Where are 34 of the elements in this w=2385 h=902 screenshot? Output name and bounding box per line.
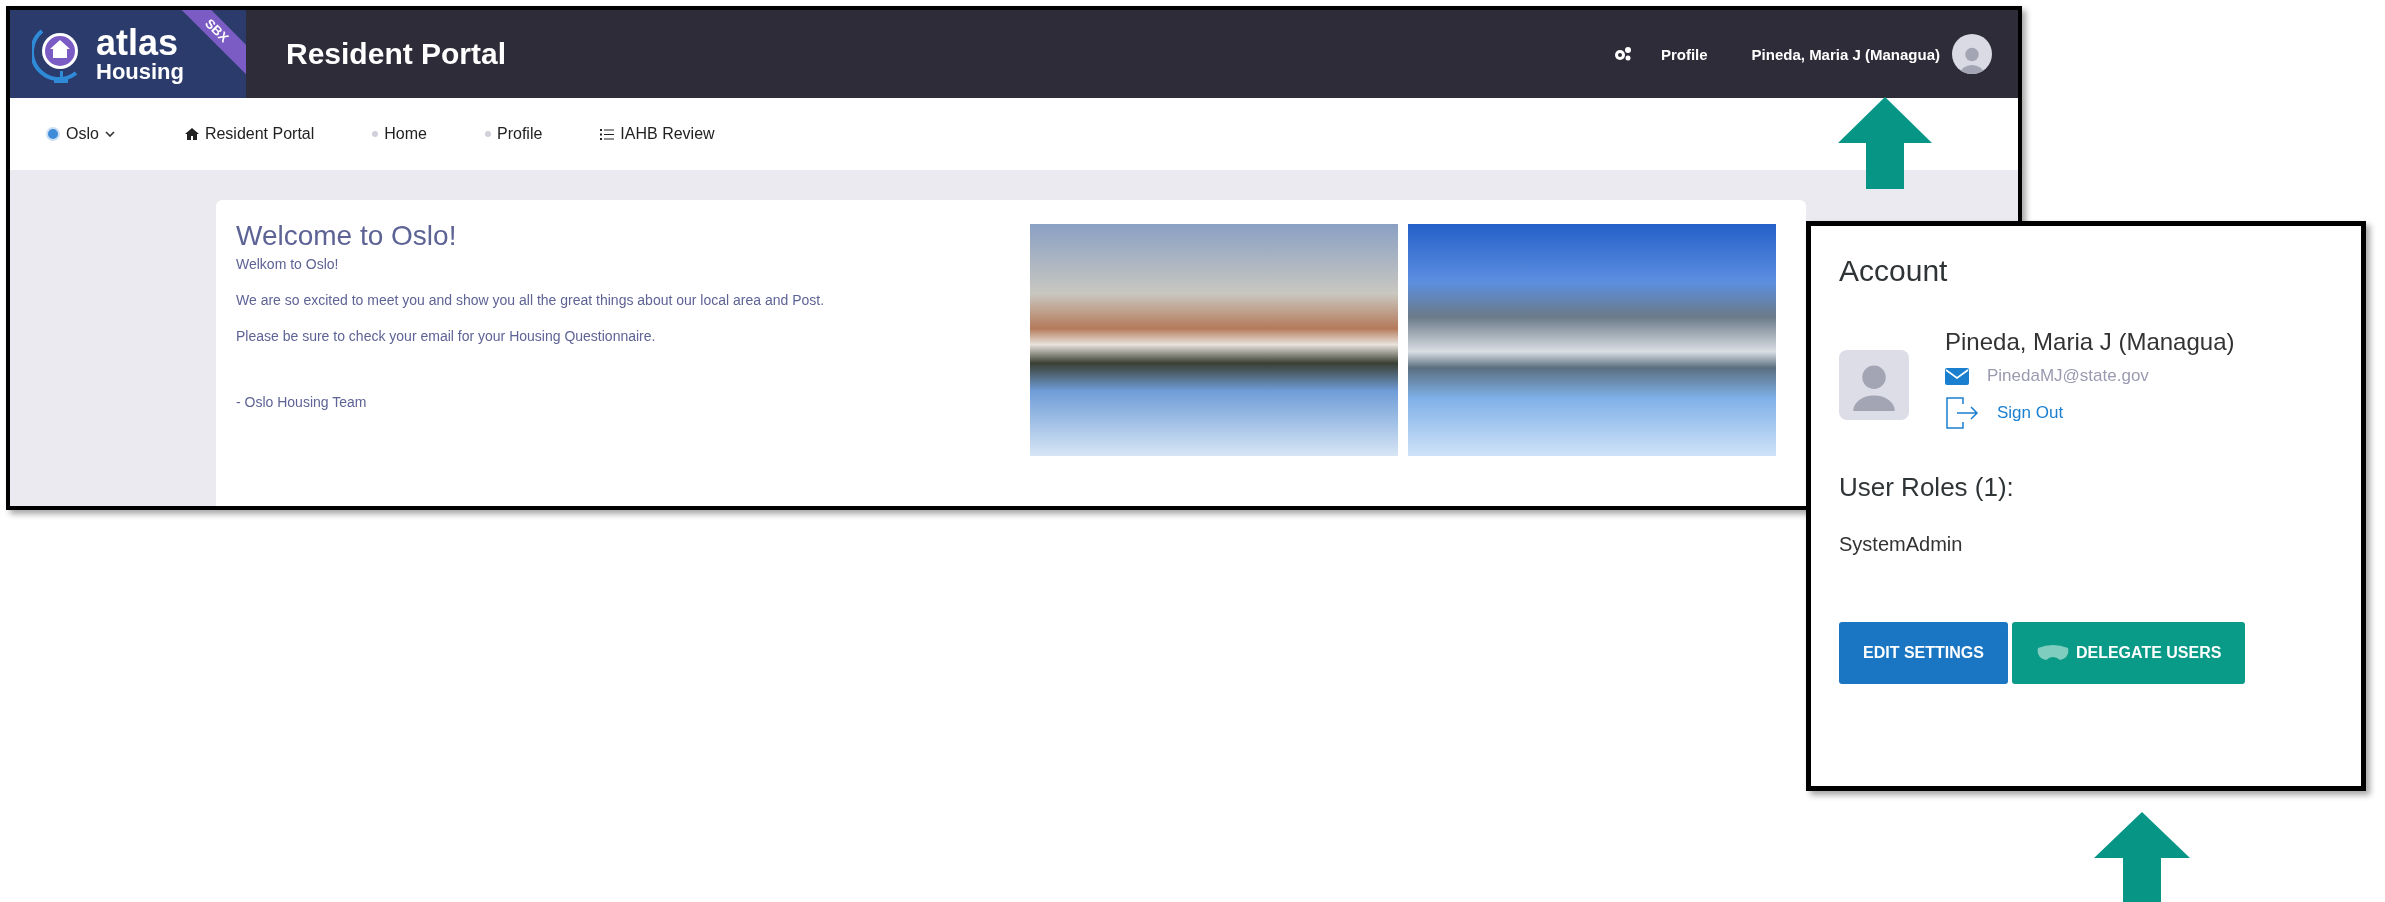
welcome-title: Welcome to Oslo! [236, 220, 458, 252]
welcome-subtitle: Welkom to Oslo! [236, 256, 340, 272]
nav-link[interactable]: Resident Portal [184, 125, 315, 143]
logo-subtext: Housing [96, 61, 184, 83]
sign-out-link[interactable]: Sign Out [1997, 403, 2064, 423]
profile-link[interactable]: Profile [1660, 45, 1708, 63]
welcome-paragraph: Please be sure to check your email for your Housing Questionnaire. [236, 328, 657, 344]
email-text: PinedaMJ@state.gov [1987, 366, 2149, 386]
popover-title: Account [1839, 254, 1949, 288]
nav-link[interactable]: IAHB Review [600, 125, 715, 143]
user-name[interactable]: Pineda, Maria J (Managua) [1751, 45, 1940, 63]
location-dot-icon [46, 127, 60, 141]
user-name: Pineda, Maria J (Managua) [1945, 328, 2235, 356]
settings-icon[interactable] [1612, 46, 1633, 62]
chevron-down-icon [104, 131, 115, 137]
dot-icon [372, 131, 379, 137]
nav-link[interactable]: Home [372, 125, 427, 143]
dot-icon [485, 131, 491, 137]
home-icon [184, 128, 199, 140]
logo-text: atlas [96, 25, 180, 61]
roles-heading: User Roles (1): [1839, 472, 2015, 503]
delegate-button[interactable]: DELEGATE USERS [2011, 622, 2246, 684]
mask-icon [2035, 644, 2070, 662]
settings-button[interactable]: EDIT SETTINGS [1839, 622, 2008, 684]
avatar[interactable] [1952, 34, 1992, 74]
welcome-paragraph: We are so excited to meet you and show you all the great things about our local area and Post. [236, 292, 826, 308]
signature: - Oslo Housing Team [236, 394, 368, 410]
role-name: SystemAdmin [1839, 533, 1964, 556]
mail-icon [1945, 367, 1969, 385]
list-icon [600, 128, 615, 140]
nav-link[interactable]: Profile [485, 125, 543, 143]
sign-out-icon [1945, 396, 1979, 430]
app-title: Resident Portal [286, 37, 508, 71]
location-dropdown[interactable]: Oslo [46, 125, 115, 143]
